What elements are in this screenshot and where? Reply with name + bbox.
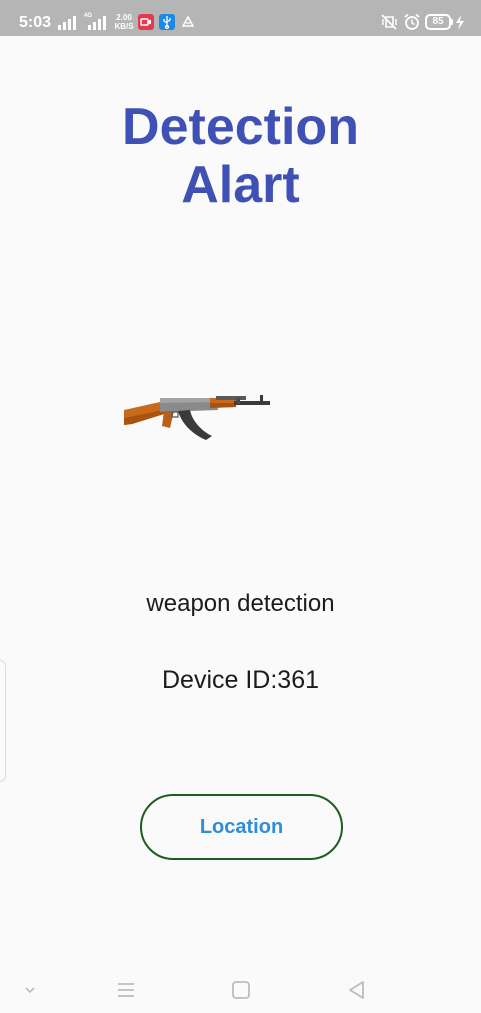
- battery-tip: [451, 19, 453, 25]
- title-line-1: Detection: [122, 98, 359, 156]
- vibrate-mute-icon: [381, 14, 397, 30]
- device-id-label: Device ID:361: [161, 666, 320, 694]
- detection-type-label: weapon detection: [146, 590, 335, 617]
- status-time: 5:03: [19, 14, 52, 31]
- status-bar: 5:03 4G 2.00 KB/S 85: [0, 0, 481, 36]
- chevron-down-icon[interactable]: [16, 976, 44, 1004]
- navigation-bar: [0, 966, 481, 1013]
- detection-alert-screen: 5:03 4G 2.00 KB/S 85 Detection Alart wea…: [0, 0, 481, 1013]
- battery-indicator: 85: [425, 14, 451, 30]
- menu-icon[interactable]: [112, 976, 140, 1004]
- alarm-clock-icon: [404, 13, 420, 30]
- network-speed-value: 2.00: [116, 13, 132, 22]
- location-button[interactable]: Location: [140, 794, 343, 860]
- drive-sync-icon: [180, 14, 196, 30]
- charging-icon: [456, 15, 464, 30]
- network-speed-unit: KB/S: [114, 22, 134, 31]
- usb-icon: [159, 14, 175, 30]
- page-title: Detection Alart: [0, 98, 481, 214]
- title-line-2: Alart: [181, 156, 300, 214]
- back-triangle-icon[interactable]: [343, 976, 371, 1004]
- network-speed: 2.00 KB/S: [114, 13, 134, 31]
- home-square-icon[interactable]: [227, 976, 255, 1004]
- rifle-icon: [124, 395, 270, 440]
- screen-recorder-icon: [138, 14, 154, 30]
- signal-strength-icon: [58, 14, 78, 30]
- side-panel-handle[interactable]: [0, 660, 6, 782]
- network-type-label: 4G: [84, 13, 93, 19]
